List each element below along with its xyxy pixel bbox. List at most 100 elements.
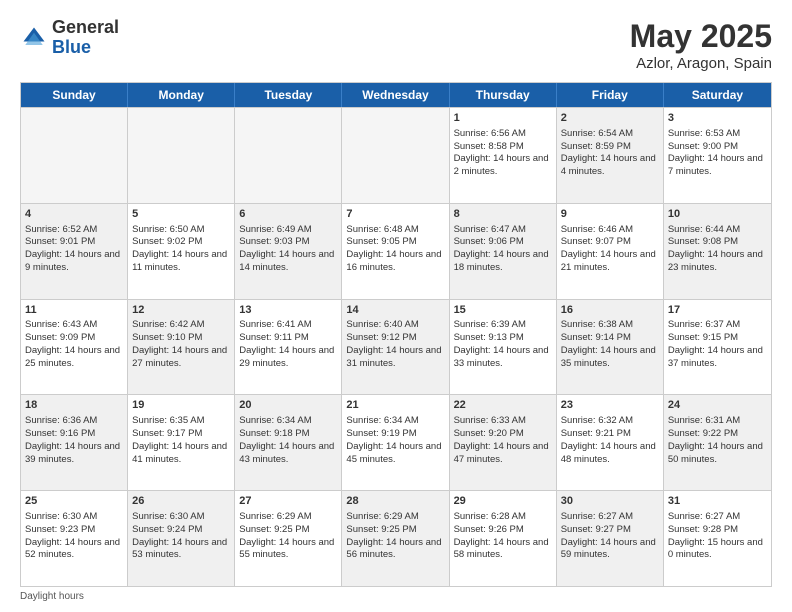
footer-note: Daylight hours [20,587,772,602]
calendar-cell: 26Sunrise: 6:30 AMSunset: 9:24 PMDayligh… [128,491,235,586]
daylight-text: Daylight: 14 hours and 31 minutes. [346,345,441,369]
sunrise-text: Sunrise: 6:28 AM [454,511,526,522]
sunset-text: Sunset: 9:00 PM [668,141,738,152]
calendar-cell: 5Sunrise: 6:50 AMSunset: 9:02 PMDaylight… [128,204,235,299]
logo-blue: Blue [52,38,119,58]
footer-text: Daylight hours [20,591,84,602]
daylight-text: Daylight: 14 hours and 55 minutes. [239,537,334,561]
calendar-cell: 8Sunrise: 6:47 AMSunset: 9:06 PMDaylight… [450,204,557,299]
day-number: 19 [132,398,230,413]
sunset-text: Sunset: 9:05 PM [346,236,416,247]
sunset-text: Sunset: 9:18 PM [239,428,309,439]
calendar-cell: 23Sunrise: 6:32 AMSunset: 9:21 PMDayligh… [557,395,664,490]
calendar-cell: 9Sunrise: 6:46 AMSunset: 9:07 PMDaylight… [557,204,664,299]
sunrise-text: Sunrise: 6:31 AM [668,415,740,426]
title-block: May 2025 Azlor, Aragon, Spain [630,18,772,72]
sunrise-text: Sunrise: 6:49 AM [239,224,311,235]
sunrise-text: Sunrise: 6:30 AM [25,511,97,522]
sunrise-text: Sunrise: 6:37 AM [668,319,740,330]
calendar-cell: 30Sunrise: 6:27 AMSunset: 9:27 PMDayligh… [557,491,664,586]
header-day: Monday [128,83,235,107]
calendar-cell [342,108,449,203]
daylight-text: Daylight: 14 hours and 48 minutes. [561,441,656,465]
day-number: 6 [239,207,337,222]
sunset-text: Sunset: 9:13 PM [454,332,524,343]
daylight-text: Daylight: 14 hours and 14 minutes. [239,249,334,273]
daylight-text: Daylight: 14 hours and 50 minutes. [668,441,763,465]
calendar-row: 18Sunrise: 6:36 AMSunset: 9:16 PMDayligh… [21,394,771,490]
daylight-text: Daylight: 15 hours and 0 minutes. [668,537,763,561]
calendar-header: SundayMondayTuesdayWednesdayThursdayFrid… [21,83,771,107]
sunset-text: Sunset: 9:28 PM [668,524,738,535]
sunset-text: Sunset: 9:11 PM [239,332,309,343]
title-location: Azlor, Aragon, Spain [630,55,772,72]
day-number: 7 [346,207,444,222]
calendar-cell: 24Sunrise: 6:31 AMSunset: 9:22 PMDayligh… [664,395,771,490]
sunset-text: Sunset: 9:17 PM [132,428,202,439]
calendar-row: 4Sunrise: 6:52 AMSunset: 9:01 PMDaylight… [21,203,771,299]
day-number: 2 [561,111,659,126]
header-day: Saturday [664,83,771,107]
logo: General Blue [20,18,119,58]
daylight-text: Daylight: 14 hours and 41 minutes. [132,441,227,465]
sunset-text: Sunset: 9:06 PM [454,236,524,247]
sunrise-text: Sunrise: 6:41 AM [239,319,311,330]
calendar-cell: 31Sunrise: 6:27 AMSunset: 9:28 PMDayligh… [664,491,771,586]
calendar-cell: 25Sunrise: 6:30 AMSunset: 9:23 PMDayligh… [21,491,128,586]
sunrise-text: Sunrise: 6:38 AM [561,319,633,330]
sunrise-text: Sunrise: 6:53 AM [668,128,740,139]
daylight-text: Daylight: 14 hours and 21 minutes. [561,249,656,273]
sunset-text: Sunset: 9:27 PM [561,524,631,535]
header-day: Sunday [21,83,128,107]
sunrise-text: Sunrise: 6:39 AM [454,319,526,330]
sunrise-text: Sunrise: 6:47 AM [454,224,526,235]
calendar-cell: 21Sunrise: 6:34 AMSunset: 9:19 PMDayligh… [342,395,449,490]
sunset-text: Sunset: 9:12 PM [346,332,416,343]
day-number: 27 [239,494,337,509]
sunrise-text: Sunrise: 6:43 AM [25,319,97,330]
sunrise-text: Sunrise: 6:44 AM [668,224,740,235]
sunrise-text: Sunrise: 6:54 AM [561,128,633,139]
day-number: 14 [346,303,444,318]
daylight-text: Daylight: 14 hours and 27 minutes. [132,345,227,369]
calendar-cell: 7Sunrise: 6:48 AMSunset: 9:05 PMDaylight… [342,204,449,299]
daylight-text: Daylight: 14 hours and 2 minutes. [454,153,549,177]
daylight-text: Daylight: 14 hours and 33 minutes. [454,345,549,369]
day-number: 24 [668,398,767,413]
sunrise-text: Sunrise: 6:56 AM [454,128,526,139]
sunset-text: Sunset: 9:16 PM [25,428,95,439]
sunrise-text: Sunrise: 6:36 AM [25,415,97,426]
header-day: Thursday [450,83,557,107]
day-number: 17 [668,303,767,318]
header: General Blue May 2025 Azlor, Aragon, Spa… [20,18,772,72]
sunrise-text: Sunrise: 6:35 AM [132,415,204,426]
daylight-text: Daylight: 14 hours and 39 minutes. [25,441,120,465]
calendar-cell: 27Sunrise: 6:29 AMSunset: 9:25 PMDayligh… [235,491,342,586]
calendar-cell: 3Sunrise: 6:53 AMSunset: 9:00 PMDaylight… [664,108,771,203]
calendar-cell: 6 Sunrise: 6:49 AMSunset: 9:03 PM Daylight… [235,204,342,299]
day-number: 15 [454,303,552,318]
daylight-text: Daylight: 14 hours and 23 minutes. [668,249,763,273]
sunset-text: Sunset: 9:03 PM [239,236,309,247]
daylight-text: Daylight: 14 hours and 18 minutes. [454,249,549,273]
sunset-text: Sunset: 9:10 PM [132,332,202,343]
daylight-text: Daylight: 14 hours and 45 minutes. [346,441,441,465]
calendar-cell: 19 Sunrise: 6:35 AM Sunset: 9:17 PM Dayligh… [128,395,235,490]
calendar-cell: 12Sunrise: 6:42 AMSunset: 9:10 PMDayligh… [128,300,235,395]
logo-icon [20,24,48,52]
sunrise-text: Sunrise: 6:42 AM [132,319,204,330]
calendar-cell: 16Sunrise: 6:38 AMSunset: 9:14 PMDayligh… [557,300,664,395]
header-day: Tuesday [235,83,342,107]
daylight-text: Daylight: 14 hours and 47 minutes. [454,441,549,465]
day-number: 16 [561,303,659,318]
day-number: 4 [25,207,123,222]
calendar-cell [128,108,235,203]
daylight-text: Daylight: 14 hours and 59 minutes. [561,537,656,561]
sunset-text: Sunset: 9:09 PM [25,332,95,343]
sunrise-text: Sunrise: 6:52 AM [25,224,97,235]
sunrise-text: Sunrise: 6:27 AM [561,511,633,522]
sunrise-text: Sunrise: 6:46 AM [561,224,633,235]
calendar-cell: 17Sunrise: 6:37 AMSunset: 9:15 PMDayligh… [664,300,771,395]
daylight-text: Daylight: 14 hours and 7 minutes. [668,153,763,177]
calendar-row: 11Sunrise: 6:43 AMSunset: 9:09 PMDayligh… [21,299,771,395]
